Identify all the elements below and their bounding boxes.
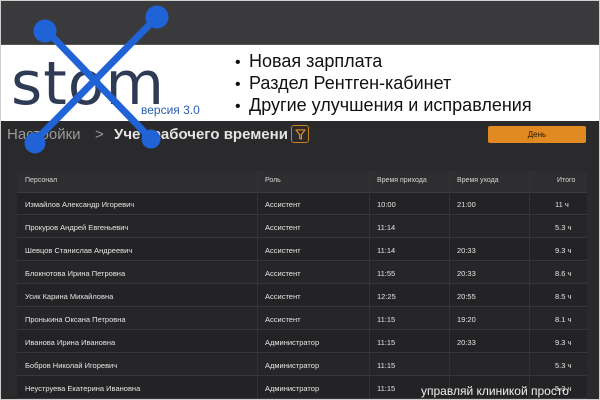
page-title: Учет рабочего времени (114, 126, 288, 143)
cell-total: 9.3 ч (555, 338, 572, 347)
cell-total: 8.5 ч (555, 292, 572, 301)
cell-arrival: 11:14 (377, 223, 396, 232)
table-row[interactable]: Прокуров Андрей Евгеньевич Ассистент 11:14… (17, 216, 587, 238)
cell-role: Ассистент (265, 315, 301, 324)
logo-version: версия 3.0 (141, 103, 200, 117)
table-row[interactable]: Бобров Николай Игоревич Администратор 11:1… (17, 354, 587, 376)
cell-departure: 20:33 (457, 338, 476, 347)
cell-name: Пронькина Оксана Петровна (25, 315, 126, 324)
cell-role: Ассистент (265, 292, 301, 301)
cell-total: 5.3 ч (555, 223, 572, 232)
cell-role: Ассистент (265, 200, 301, 209)
table-row[interactable]: Пронькина Оксана Петровна Ассистент 11:15 1… (17, 308, 587, 330)
app-frame: • Новая зарплата • Раздел Рентген-кабинет … (0, 0, 600, 400)
column-divider (257, 171, 258, 399)
feature-item: • Новая зарплата (235, 51, 383, 71)
cell-role: Администратор (265, 361, 320, 370)
cell-total: 8.6 ч (555, 269, 572, 278)
cell-role: Ассистент (265, 269, 301, 278)
column-divider (369, 171, 370, 399)
cell-name: Иванова Ирина Ивановна (25, 338, 116, 347)
cell-arrival: 10:00 (377, 200, 396, 209)
day-button[interactable]: День (488, 126, 586, 143)
cell-arrival: 12:25 (377, 292, 396, 301)
column-header-name[interactable]: Персонал (25, 177, 57, 184)
cell-name: Бобров Николай Игоревич (25, 361, 118, 370)
cell-arrival: 11:15 (377, 361, 396, 370)
column-header-total[interactable]: Итого (557, 177, 575, 184)
cell-arrival: 11:55 (377, 269, 396, 278)
cell-role: Ассистент (265, 246, 301, 255)
cell-total: 11 ч (555, 200, 569, 209)
cell-departure: 19:20 (457, 315, 476, 324)
cell-role: Администратор (265, 338, 320, 347)
table-row[interactable]: Усик Карина Михайловна Ассистент 12:25 20:5… (17, 285, 587, 307)
tagline: управляй клиникой просто (421, 384, 569, 398)
cell-total: 8.1 ч (555, 315, 572, 324)
cell-departure: 21:00 (457, 200, 476, 209)
cell-arrival: 11:15 (377, 384, 396, 393)
cell-departure: 20:33 (457, 246, 476, 255)
cell-departure: 20:55 (457, 292, 476, 301)
column-header-departure[interactable]: Время ухода (457, 177, 499, 184)
window-top-strip (1, 1, 599, 45)
cell-arrival: 11:15 (377, 315, 396, 324)
filter-icon (294, 128, 306, 140)
cell-name: Прокуров Андрей Евгеньевич (25, 223, 129, 232)
cell-arrival: 11:15 (377, 338, 396, 347)
cell-name: Блокнотова Ирина Петровна (25, 269, 126, 278)
cell-name: Неуструева Екатерина Ивановна (25, 384, 141, 393)
column-header-arrival[interactable]: Время прихода (377, 177, 427, 184)
table-row[interactable]: Шевцов Станислав Андреевич Ассистент 11:14… (17, 239, 587, 261)
cell-name: Усик Карина Михайловна (25, 292, 114, 301)
column-divider (449, 171, 450, 399)
staff-time-table: Персонал Роль Время прихода Время ухода … (17, 171, 587, 399)
cell-arrival: 11:14 (377, 246, 396, 255)
feature-item: • Другие улучшения и исправления (235, 95, 532, 115)
table-row[interactable]: Иванова Ирина Ивановна Администратор 11:15… (17, 331, 587, 353)
breadcrumb-settings[interactable]: Настройки (7, 126, 81, 143)
table-header: Персонал Роль Время прихода Время ухода … (17, 171, 587, 193)
column-divider (529, 171, 530, 399)
feature-item: • Раздел Рентген-кабинет (235, 73, 452, 93)
cell-role: Администратор (265, 384, 320, 393)
filter-button[interactable] (291, 125, 309, 143)
breadcrumb-separator: > (95, 126, 104, 143)
cell-name: Шевцов Станислав Андреевич (25, 246, 133, 255)
cell-role: Ассистент (265, 223, 301, 232)
table-row[interactable]: Блокнотова Ирина Петровна Ассистент 11:55 2… (17, 262, 587, 284)
feature-list: • Новая зарплата • Раздел Рентген-кабинет … (235, 51, 532, 117)
cell-name: Измайлов Александр Игоревич (25, 200, 135, 209)
cell-total: 5.3 ч (555, 361, 572, 370)
cell-total: 9.3 ч (555, 246, 572, 255)
column-header-role[interactable]: Роль (265, 177, 281, 184)
table-row[interactable]: Измайлов Александр Игоревич Ассистент 10:0… (17, 193, 587, 215)
cell-departure: 20:33 (457, 269, 476, 278)
